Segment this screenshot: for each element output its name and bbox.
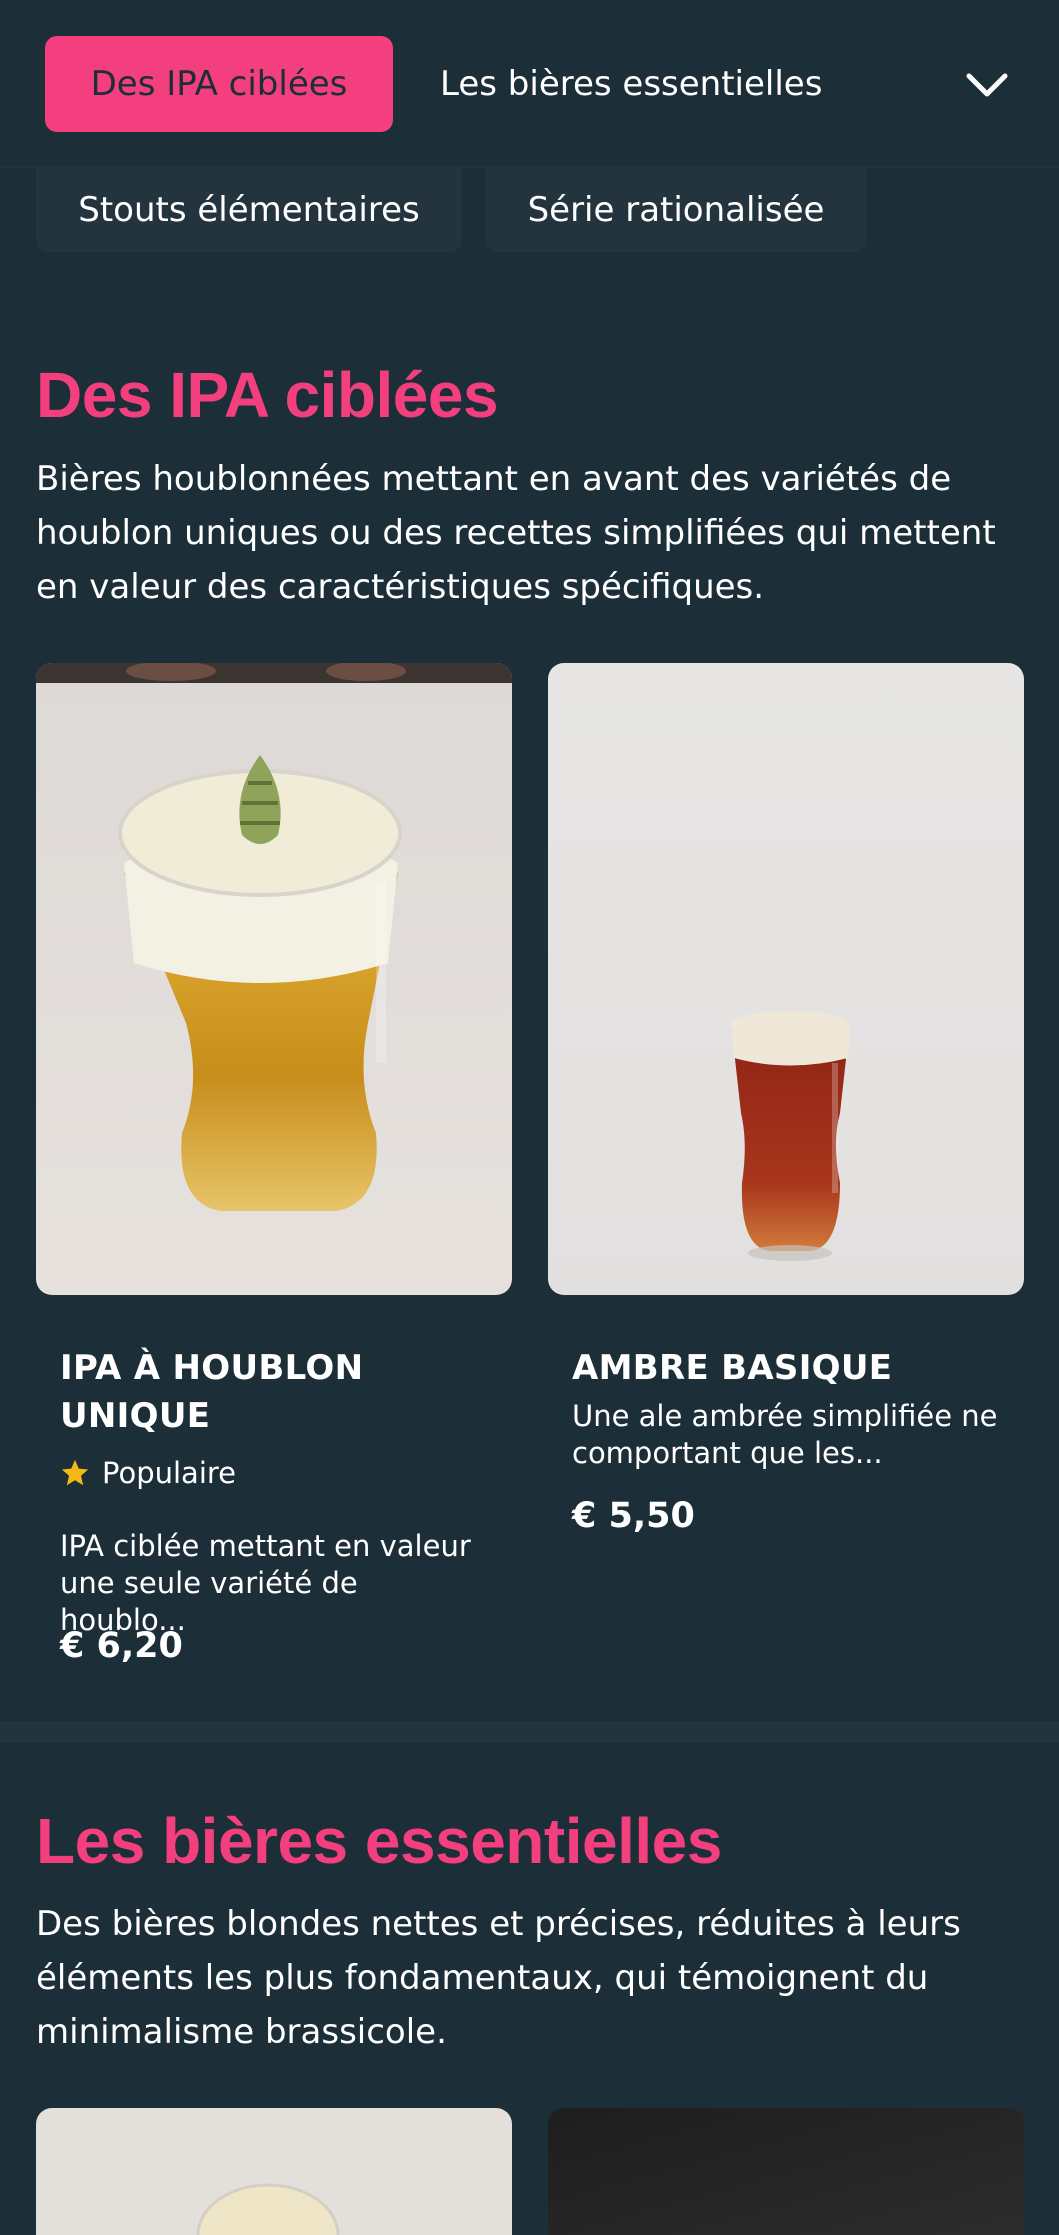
tab-stouts-elementaires[interactable]: Stouts élémentaires — [36, 168, 462, 252]
product-image[interactable] — [36, 663, 512, 1295]
product-image[interactable] — [548, 2108, 1024, 2235]
product-image[interactable] — [548, 663, 1024, 1295]
tab-les-bieres-essentielles[interactable]: Les bières essentielles — [440, 36, 822, 132]
section-description: Bières houblonnées mettant en avant des … — [36, 459, 996, 607]
tab-des-ipa-ciblees[interactable]: Des IPA ciblées — [45, 36, 393, 132]
section-title: Des IPA ciblées — [36, 359, 499, 431]
tab-serie-rationalisee[interactable]: Série rationalisée — [486, 168, 866, 252]
product-name[interactable]: AMBRE BASIQUE — [572, 1344, 992, 1392]
popular-badge: Populaire — [60, 1456, 236, 1490]
star-icon — [61, 1459, 89, 1486]
chevron-down-icon[interactable] — [963, 62, 1011, 110]
category-nav: Des IPA ciblées Les bières essentielles — [0, 0, 1059, 168]
product-description: Une ale ambrée simplifiée ne comportant … — [572, 1399, 998, 1470]
product-description: IPA ciblée mettant en valeur une seule v… — [60, 1529, 471, 1637]
section-description: Des bières blondes nettes et précises, r… — [36, 1904, 961, 2052]
product-price: € 6,20 — [60, 1626, 183, 1666]
product-image[interactable] — [36, 2108, 512, 2235]
section-divider — [0, 1721, 1059, 1743]
section-title: Les bières essentielles — [36, 1805, 722, 1877]
popular-label: Populaire — [102, 1456, 236, 1490]
product-name[interactable]: IPA À HOUBLON UNIQUE — [60, 1344, 460, 1440]
product-price: € 5,50 — [572, 1496, 695, 1536]
